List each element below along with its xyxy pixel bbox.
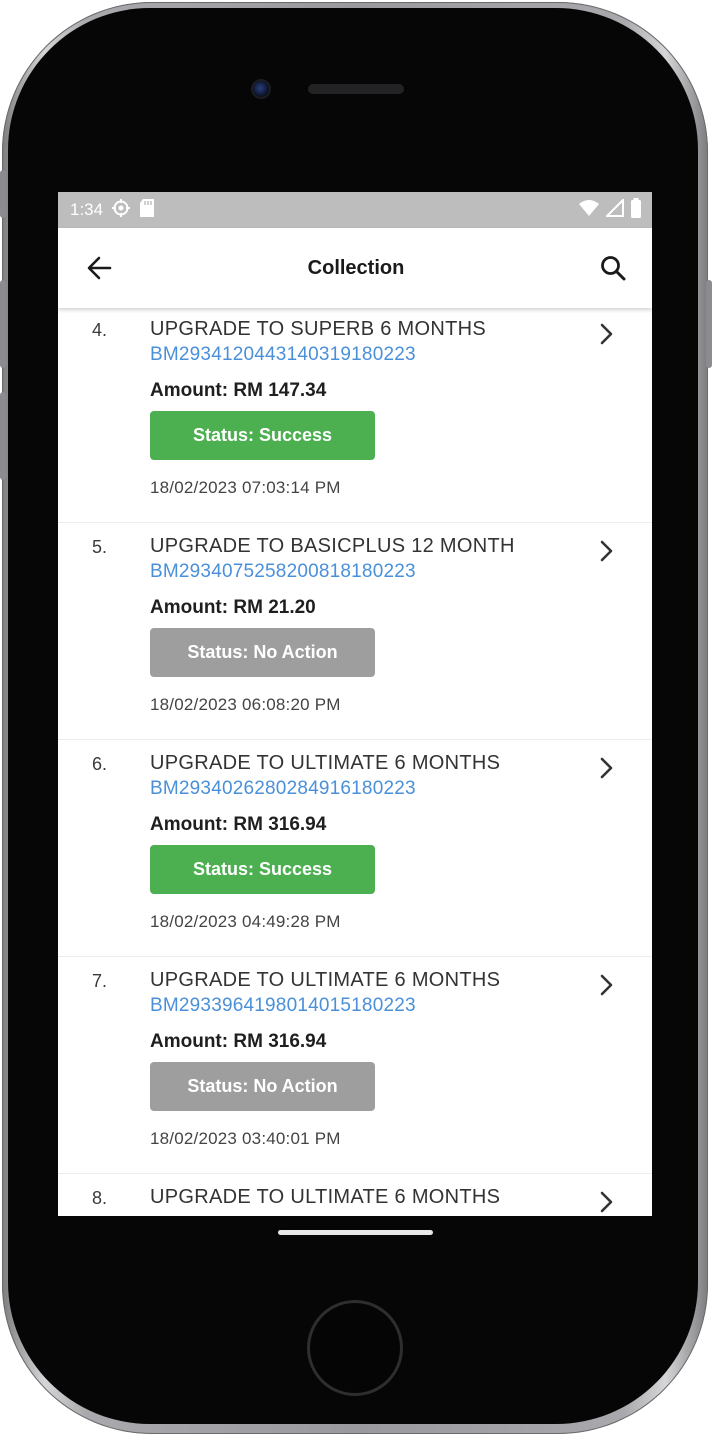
list-item[interactable]: 7. UPGRADE TO ULTIMATE 6 MONTHS BM293396… bbox=[58, 957, 652, 1174]
collection-list: 4. UPGRADE TO SUPERB 6 MONTHS BM29341204… bbox=[58, 306, 652, 1216]
item-amount: Amount: RM 21.20 bbox=[150, 597, 316, 618]
item-number: 7. bbox=[92, 971, 108, 991]
list-item[interactable]: 8. UPGRADE TO ULTIMATE 6 MONTHS bbox=[58, 1174, 652, 1216]
status-bar: 1:34 bbox=[58, 192, 652, 228]
settings-icon bbox=[111, 198, 131, 223]
app-bar: Collection bbox=[58, 228, 652, 308]
item-reference-link[interactable]: BM29340262802849161​80223 bbox=[150, 778, 592, 800]
side-button bbox=[0, 280, 6, 368]
chevron-right-icon[interactable] bbox=[596, 539, 616, 563]
item-reference-link[interactable]: BM293407525820081818​0223 bbox=[150, 561, 592, 583]
item-title: UPGRADE TO ULTIMATE 6 MONTHS bbox=[150, 1186, 501, 1208]
chevron-right-icon[interactable] bbox=[596, 1190, 616, 1214]
signal-icon bbox=[604, 197, 624, 222]
item-date: 18/02/2023 07:03:14 PM bbox=[150, 478, 341, 497]
side-button bbox=[0, 170, 6, 218]
item-date: 18/02/2023 06:08:20 PM bbox=[150, 695, 341, 714]
item-number: 6. bbox=[92, 754, 108, 774]
item-amount: Amount: RM 316.94 bbox=[150, 1031, 327, 1052]
item-date: 18/02/2023 04:49:28 PM bbox=[150, 912, 341, 931]
side-button bbox=[706, 280, 712, 368]
item-title: UPGRADE TO SUPERB 6 MONTHS bbox=[150, 318, 487, 340]
list-item[interactable]: 4. UPGRADE TO SUPERB 6 MONTHS BM29341204… bbox=[58, 306, 652, 523]
sd-card-icon bbox=[139, 198, 155, 223]
status-time: 1:34 bbox=[70, 200, 104, 219]
item-title: UPGRADE TO ULTIMATE 6 MONTHS bbox=[150, 969, 501, 991]
item-amount: Amount: RM 316.94 bbox=[150, 814, 327, 835]
item-date: 18/02/2023 03:40:01 PM bbox=[150, 1129, 341, 1148]
status-badge: Status: No Action bbox=[150, 1062, 375, 1111]
earpiece-speaker bbox=[308, 84, 404, 94]
status-badge: Status: No Action bbox=[150, 628, 375, 677]
list-item[interactable]: 6. UPGRADE TO ULTIMATE 6 MONTHS BM293402… bbox=[58, 740, 652, 957]
arrow-left-icon bbox=[87, 256, 112, 280]
front-camera bbox=[251, 79, 271, 99]
item-title: UPGRADE TO ULTIMATE 6 MONTHS bbox=[150, 752, 501, 774]
item-number: 4. bbox=[92, 320, 108, 340]
back-button[interactable] bbox=[82, 251, 116, 285]
side-button bbox=[0, 392, 6, 480]
item-number: 5. bbox=[92, 537, 108, 557]
wifi-icon bbox=[578, 199, 600, 222]
status-badge: Status: Success bbox=[150, 845, 375, 894]
search-icon bbox=[601, 256, 626, 281]
chevron-right-icon[interactable] bbox=[596, 322, 616, 346]
status-badge: Status: Success bbox=[150, 411, 375, 460]
list-item[interactable]: 5. UPGRADE TO BASICPLUS 12 MONTH BM29340… bbox=[58, 523, 652, 740]
item-amount: Amount: RM 147.34 bbox=[150, 380, 327, 401]
item-reference-link[interactable]: BM29339641980140151​80223 bbox=[150, 995, 592, 1017]
item-number: 8. bbox=[92, 1188, 108, 1208]
chevron-right-icon[interactable] bbox=[596, 973, 616, 997]
chevron-right-icon[interactable] bbox=[596, 756, 616, 780]
battery-icon bbox=[630, 197, 642, 223]
search-button[interactable] bbox=[596, 251, 630, 285]
home-button[interactable] bbox=[307, 1300, 403, 1396]
item-reference-link[interactable]: BM29341204431403191802​23 bbox=[150, 344, 592, 366]
item-title: UPGRADE TO BASICPLUS 12 MONTH bbox=[150, 535, 515, 557]
screen: 1:34 Collection 4. UPGRADE TO SUPERB 6 M… bbox=[58, 192, 652, 1216]
page-title: Collection bbox=[307, 256, 405, 279]
home-indicator[interactable] bbox=[278, 1230, 433, 1235]
